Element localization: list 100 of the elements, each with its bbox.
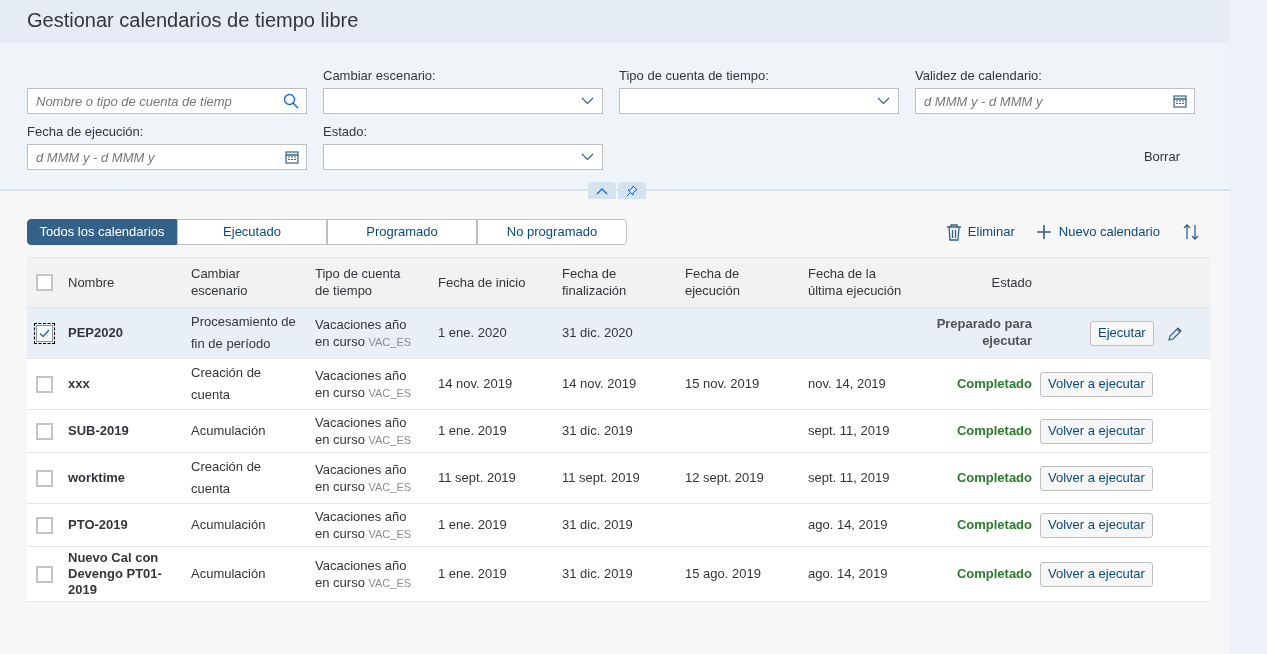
table-row[interactable]: xxx Creación de cuenta Vacaciones año en curso VAC_ES 14 nov. 2019 14 nov. 2019 15 nov. 2019 nov. 14, 2019 Completado Volver a ejecutar	[27, 359, 1210, 410]
column-header: Fecha de la última ejecución	[808, 264, 903, 299]
table-cell-text: Vacaciones año en curso VAC_ES	[315, 315, 413, 351]
field-label: Validez de calendario:	[915, 67, 1043, 85]
checkmark-icon	[39, 328, 50, 338]
table-cell: 1 ene. 2019	[438, 517, 507, 533]
field-label: Cambiar escenario:	[323, 67, 437, 85]
field-label: Fecha de ejecución:	[27, 123, 145, 141]
pin-icon	[626, 184, 638, 197]
column-header: Cambiar escenario	[191, 264, 249, 299]
dropdown-field[interactable]	[323, 88, 603, 114]
table-cell: 31 dic. 2019	[562, 566, 633, 582]
status-text: Completado	[956, 469, 1032, 487]
checkbox[interactable]	[36, 324, 53, 342]
page-title: Gestionar calendarios de tiempo libre	[27, 8, 359, 33]
checkbox[interactable]	[36, 469, 53, 487]
rerun-button[interactable]: Volver a ejecutar	[1040, 418, 1153, 444]
dropdown-icon	[581, 97, 594, 105]
table-cell: 31 dic. 2019	[562, 517, 633, 533]
field-label: Estado:	[323, 123, 369, 141]
sort-button[interactable]	[1182, 223, 1200, 241]
clear-button[interactable]: Borrar	[1143, 146, 1180, 166]
dropdown-field[interactable]	[619, 88, 899, 114]
table-cell: ago. 14, 2019	[808, 566, 888, 582]
selected-table-row[interactable]: PEP2020 Procesamiento de fin de período Vacaciones año en curso VAC_ES 1 ene. 2020 31 dic. 2020 Preparado para ejecutar Ejecutar	[27, 308, 1210, 359]
status-text: Completado	[956, 565, 1032, 583]
checkbox[interactable]	[36, 375, 53, 393]
checkbox[interactable]	[36, 565, 53, 583]
table-cell-text: SUB-2019	[68, 423, 130, 439]
table-cell-text: Creación de cuenta	[191, 364, 263, 404]
search-icon[interactable]	[283, 93, 299, 109]
delete-button[interactable]: Eliminar	[945, 222, 1015, 242]
filter-tab[interactable]: No programado	[477, 219, 627, 245]
pin-button[interactable]	[618, 182, 646, 199]
table-cell: 1 ene. 2020	[438, 325, 507, 341]
table-cell-text: Acumulación	[191, 516, 267, 534]
table-row[interactable]: Nuevo Cal con Devengo PT01-2019 Acumulación Vacaciones año en curso VAC_ES 1 ene. 2019 31 dic. 2019 15 ago. 2019 ago. 14, 2019 Completado Volver a ejecutar	[27, 547, 1210, 602]
table-cell-text: Acumulación	[191, 422, 267, 440]
table-cell-text: Vacaciones año en curso VAC_ES	[315, 556, 413, 592]
table-cell: 15 ago. 2019	[685, 566, 761, 582]
date-range-field[interactable]: d MMM y - d MMM y	[27, 144, 307, 170]
column-header: Nombre	[68, 273, 115, 291]
table-cell-text: Vacaciones año en curso VAC_ES	[315, 413, 413, 449]
date-range-field[interactable]: d MMM y - d MMM y	[915, 88, 1195, 114]
checkbox[interactable]	[36, 274, 53, 291]
table-cell: 15 nov. 2019	[685, 376, 760, 392]
status-text: Completado	[956, 375, 1032, 393]
table-cell: 11 sept. 2019	[562, 470, 640, 486]
chevron-up-icon	[596, 186, 608, 195]
column-header: Fecha de finalización	[562, 264, 628, 299]
dropdown-icon	[877, 97, 890, 105]
filter-tab[interactable]: Todos los calendarios	[27, 219, 177, 245]
table-cell-text: worktime	[68, 470, 127, 486]
table-row[interactable]: worktime Creación de cuenta Vacaciones año en curso VAC_ES 11 sept. 2019 11 sept. 2019 12 sept. 2019 sept. 11, 2019 Completado Volver a ejecutar	[27, 453, 1210, 504]
dropdown-field[interactable]	[323, 144, 603, 170]
table-cell-text: Procesamiento de fin de período	[191, 313, 297, 353]
rerun-button[interactable]: Volver a ejecutar	[1040, 465, 1153, 491]
table-cell: 14 nov. 2019	[562, 376, 637, 392]
table-cell: sept. 11, 2019	[808, 423, 890, 439]
table-cell: 31 dic. 2019	[562, 423, 633, 439]
run-button[interactable]: Ejecutar	[1090, 320, 1154, 346]
rerun-button[interactable]: Volver a ejecutar	[1040, 561, 1153, 587]
filter-tab[interactable]: Ejecutado	[177, 219, 327, 245]
checkbox[interactable]	[36, 422, 53, 440]
table-cell: 12 sept. 2019	[685, 470, 764, 486]
trash-icon	[945, 223, 962, 241]
column-header: Fecha de inicio	[438, 273, 526, 291]
table-cell-text: PTO-2019	[68, 517, 129, 533]
rerun-button[interactable]: Volver a ejecutar	[1040, 371, 1153, 397]
search-field[interactable]: Nombre o tipo de cuenta de tiemp	[27, 88, 307, 114]
new-calendar-button[interactable]: Nuevo calendario	[1036, 222, 1160, 242]
table-row[interactable]: PTO-2019 Acumulación Vacaciones año en curso VAC_ES 1 ene. 2019 31 dic. 2019 ago. 14, 2019 Completado Volver a ejecutar	[27, 504, 1210, 547]
status-text: Completado	[956, 516, 1032, 534]
filter-tab[interactable]: Programado	[327, 219, 477, 245]
checkbox[interactable]	[36, 516, 53, 534]
plus-icon	[1036, 225, 1051, 239]
rerun-button[interactable]: Volver a ejecutar	[1040, 512, 1153, 538]
calendar-icon	[1173, 94, 1187, 108]
table-cell-text: Creación de cuenta	[191, 458, 263, 498]
table-cell-text: Vacaciones año en curso VAC_ES	[315, 507, 413, 543]
table-cell: ago. 14, 2019	[808, 517, 888, 533]
table-cell: 31 dic. 2020	[562, 325, 633, 341]
status-text: Completado	[956, 422, 1032, 440]
table-cell-text: Nuevo Cal con Devengo PT01-2019	[68, 550, 163, 598]
column-header: Estado	[991, 273, 1032, 291]
table-cell: 14 nov. 2019	[438, 376, 513, 392]
column-header: Fecha de ejecución	[685, 264, 741, 299]
calendar-icon	[285, 150, 299, 164]
table-cell: sept. 11, 2019	[808, 470, 890, 486]
table-cell: 1 ene. 2019	[438, 423, 507, 439]
table-cell: 1 ene. 2019	[438, 566, 507, 582]
table-cell-text: xxx	[68, 376, 91, 392]
edit-icon[interactable]	[1167, 325, 1183, 341]
table-cell: 11 sept. 2019	[438, 470, 516, 486]
collapse-button[interactable]	[588, 182, 616, 199]
column-header: Tipo de cuenta de tiempo	[315, 264, 402, 299]
table-row[interactable]: SUB-2019 Acumulación Vacaciones año en curso VAC_ES 1 ene. 2019 31 dic. 2019 sept. 11, 2019 Completado Volver a ejecutar	[27, 410, 1210, 453]
field-label: Tipo de cuenta de tiempo:	[619, 67, 770, 85]
table-cell-text: PEP2020	[68, 325, 124, 341]
table-cell-text: Vacaciones año en curso VAC_ES	[315, 460, 413, 496]
